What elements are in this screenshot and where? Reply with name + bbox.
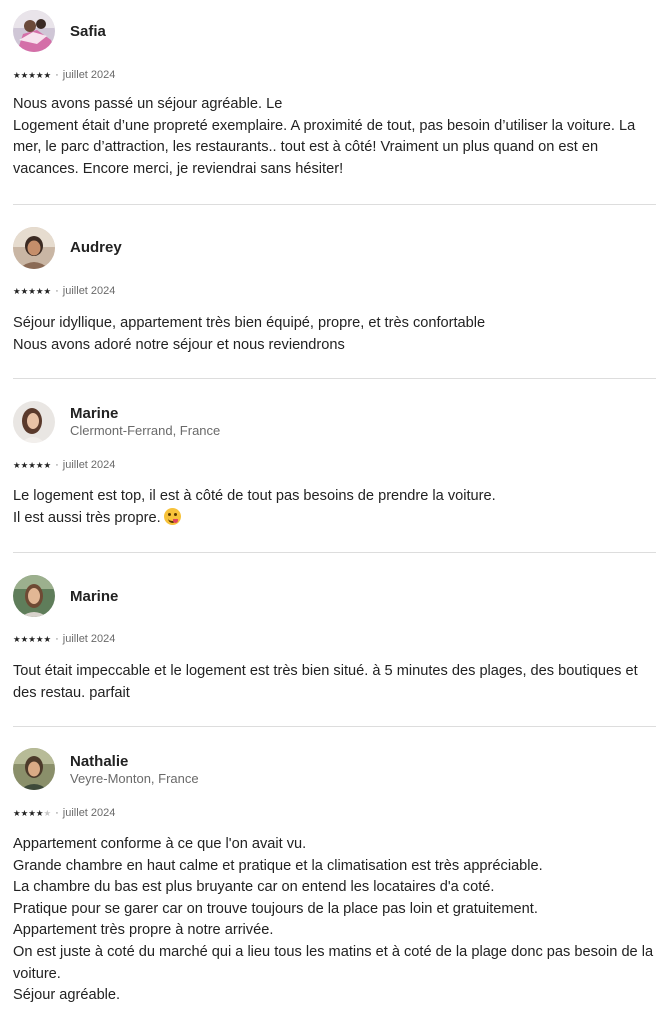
review-text: Tout était impeccable et le logement est… [13,661,661,704]
review-line: Il est aussi très propre. [13,507,661,530]
review-line: On est juste à coté du marché qui a lieu… [13,943,654,960]
rating-stars: ★ ★ ★ ★ ★ [13,634,51,644]
reviewer-name: Safia [70,23,106,40]
meta-separator: · [55,459,59,471]
meta-separator: · [55,807,59,819]
reviewer-name: Nathalie [70,753,129,770]
reviewer-name: Audrey [70,239,122,256]
review-divider [13,552,656,553]
star-filled-icon: ★ [13,634,21,644]
review-divider [13,204,656,205]
review-date: juillet 2024 [62,633,116,645]
reviewer-name: Marine [70,588,119,605]
reviewer-avatar[interactable] [13,748,55,790]
star-empty-icon: ★ [43,808,52,818]
reviewer-location: Clermont-Ferrand, France [70,423,221,438]
star-filled-icon: ★ [43,70,52,80]
review-line: vacances. Encore merci, je reviendrai sa… [13,160,344,177]
star-filled-icon: ★ [20,286,29,296]
review-meta: ★ ★ ★ ★ ★ · juillet 2024 [13,458,115,472]
review-line: Appartement conforme à ce que l'on avait… [13,836,307,852]
review-line-text: Il est aussi très propre. [13,509,161,526]
rating-stars: ★ ★ ★ ★ ★ [13,286,51,296]
star-filled-icon: ★ [28,634,36,644]
star-filled-icon: ★ [13,286,21,296]
review-divider [13,378,656,379]
review-line: La chambre du bas est plus bruyante car … [13,879,495,896]
review-text: Séjour idyllique, appartement très bien … [13,313,661,356]
review-line: Tout était impeccable et le logement est… [13,663,638,679]
review-text: Le logement est top, il est à côté de to… [13,486,661,529]
star-filled-icon: ★ [35,634,44,644]
meta-separator: · [55,69,59,81]
star-filled-icon: ★ [28,808,36,818]
review-line: des restau. parfait [13,684,130,701]
review-line: Appartement très propre à notre arrivée. [13,922,274,939]
rating-stars: ★ ★ ★ ★ ★ [13,460,51,470]
review-date: juillet 2024 [62,459,116,471]
review-date: juillet 2024 [62,69,116,81]
meta-separator: · [55,285,59,297]
reviewer-avatar[interactable] [13,575,55,617]
review-divider [13,726,656,727]
review-date: juillet 2024 [62,285,116,297]
reviewer-name: Marine [70,405,119,422]
star-filled-icon: ★ [20,460,29,470]
star-filled-icon: ★ [20,808,29,818]
review-line: Le logement est top, il est à côté de to… [13,488,496,504]
star-filled-icon: ★ [13,460,21,470]
review-text: Appartement conforme à ce que l'on avait… [13,834,661,1007]
star-filled-icon: ★ [43,460,52,470]
star-filled-icon: ★ [43,286,52,296]
review-line: Nous avons passé un séjour agréable. Le [13,96,283,112]
star-filled-icon: ★ [35,286,44,296]
star-filled-icon: ★ [35,460,44,470]
star-filled-icon: ★ [28,70,36,80]
review-meta: ★ ★ ★ ★ ★ · juillet 2024 [13,806,115,820]
rating-stars: ★ ★ ★ ★ ★ [13,70,51,80]
star-filled-icon: ★ [13,808,21,818]
review-line: Nous avons adoré notre séjour et nous re… [13,336,345,353]
review-date: juillet 2024 [62,807,116,819]
review-line: Pratique pour se garer car on trouve tou… [13,900,538,917]
reviewer-avatar[interactable] [13,401,55,443]
review-line: voiture. [13,965,61,982]
review-meta: ★ ★ ★ ★ ★ · juillet 2024 [13,284,115,298]
face-savoring-food-icon [163,507,181,525]
reviewer-avatar[interactable] [13,227,55,269]
reviewer-location: Veyre-Monton, France [70,771,199,786]
review-line: Séjour idyllique, appartement très bien … [13,315,486,331]
star-filled-icon: ★ [20,634,29,644]
review-line: mer, le parc d’attraction, les restauran… [13,139,599,156]
reviewer-avatar[interactable] [13,10,55,52]
star-filled-icon: ★ [28,286,36,296]
star-filled-icon: ★ [20,70,29,80]
meta-separator: · [55,633,59,645]
review-text: Nous avons passé un séjour agréable. Le … [13,94,661,180]
review-line: Séjour agréable. [13,987,121,1004]
review-meta: ★ ★ ★ ★ ★ · juillet 2024 [13,68,115,82]
review-meta: ★ ★ ★ ★ ★ · juillet 2024 [13,632,115,646]
review-line: Grande chambre en haut calme et pratique… [13,857,543,874]
review-line: Logement était d’une propreté exemplaire… [13,117,636,134]
star-filled-icon: ★ [43,634,52,644]
star-filled-icon: ★ [28,460,36,470]
star-filled-icon: ★ [35,70,44,80]
rating-stars: ★ ★ ★ ★ ★ [13,808,51,818]
star-filled-icon: ★ [13,70,21,80]
star-filled-icon: ★ [35,808,44,818]
